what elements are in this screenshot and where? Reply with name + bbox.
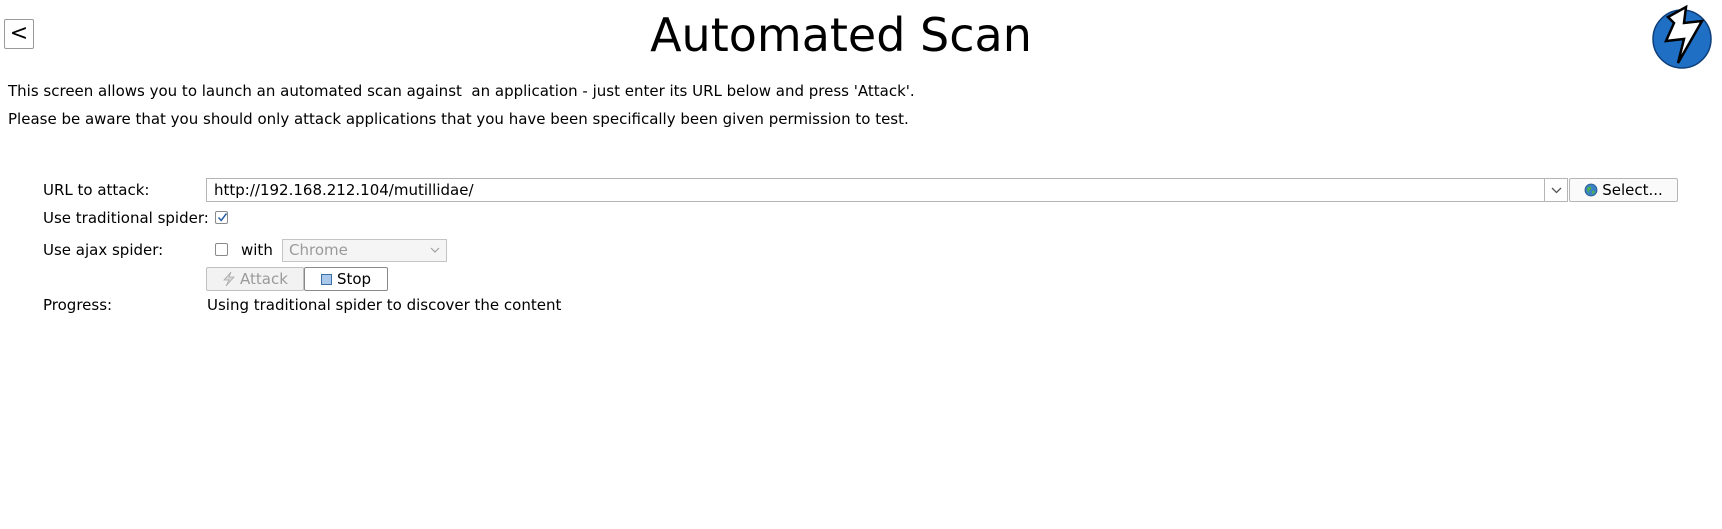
- checkmark-icon: [217, 213, 228, 222]
- ajax-spider-checkbox[interactable]: [215, 243, 228, 256]
- lightning-icon: [223, 271, 235, 287]
- stop-button-label: Stop: [336, 270, 372, 288]
- progress-status: Using traditional spider to discover the…: [207, 296, 562, 314]
- ajax-spider-label: Use ajax spider:: [43, 241, 164, 259]
- description-line-2: Please be aware that you should only att…: [8, 110, 909, 128]
- url-label: URL to attack:: [43, 181, 150, 199]
- chevron-down-icon: [1551, 187, 1561, 193]
- automated-scan-panel: < Automated Scan This screen allows you …: [0, 0, 1722, 529]
- stop-icon: [320, 273, 332, 285]
- globe-icon: [1584, 183, 1598, 197]
- select-url-button[interactable]: Select...: [1569, 178, 1678, 202]
- select-button-label: Select...: [1602, 181, 1663, 199]
- page-title: Automated Scan: [650, 8, 1032, 62]
- description-line-1: This screen allows you to launch an auto…: [8, 82, 915, 100]
- url-combobox[interactable]: http://192.168.212.104/mutillidae/: [206, 178, 1568, 202]
- traditional-spider-label: Use traditional spider:: [43, 209, 209, 227]
- with-label: with: [241, 241, 273, 259]
- url-dropdown-button[interactable]: [1544, 179, 1567, 201]
- attack-button[interactable]: Attack: [206, 267, 304, 291]
- url-input[interactable]: http://192.168.212.104/mutillidae/: [207, 179, 1544, 201]
- browser-select-value: Chrome: [289, 241, 348, 259]
- chevron-down-icon: [430, 247, 440, 253]
- traditional-spider-checkbox[interactable]: [215, 211, 228, 224]
- progress-label: Progress:: [43, 296, 113, 314]
- zap-logo-icon: [1648, 3, 1714, 69]
- stop-button[interactable]: Stop: [304, 267, 388, 291]
- browser-select[interactable]: Chrome: [282, 239, 447, 262]
- attack-button-label: Attack: [240, 270, 288, 288]
